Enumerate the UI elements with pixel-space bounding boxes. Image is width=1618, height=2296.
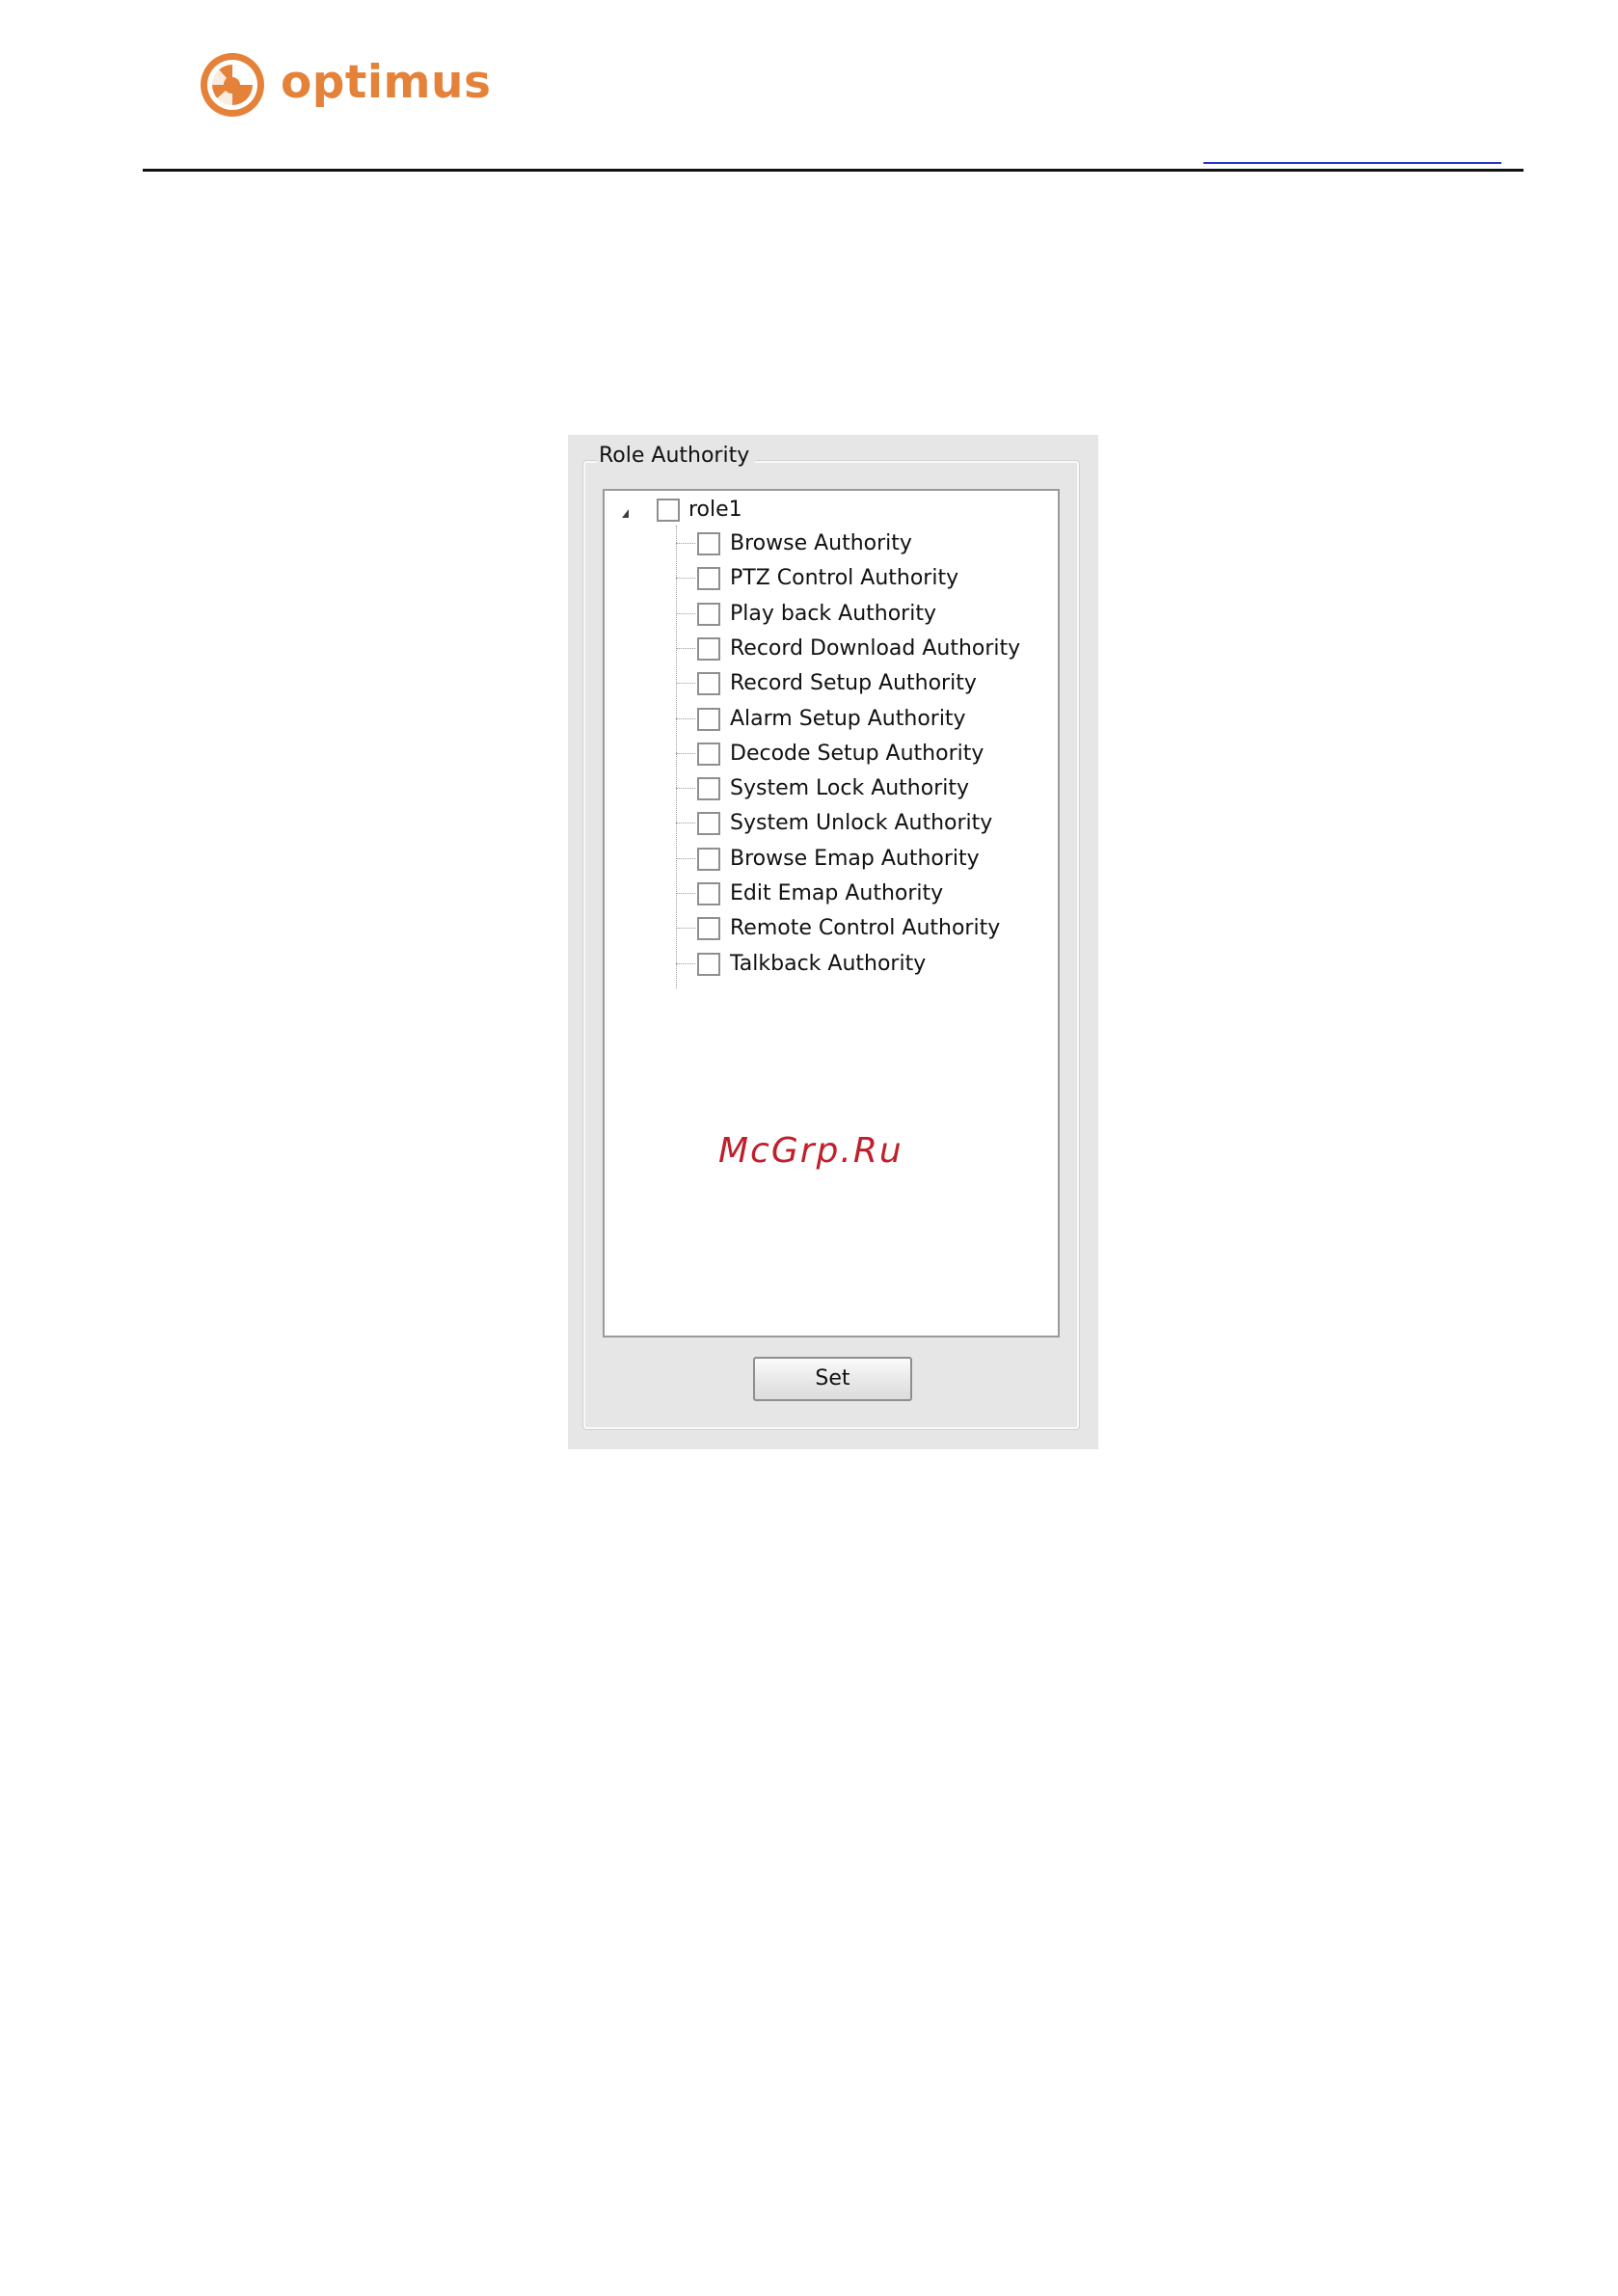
tree-branch-line xyxy=(676,788,695,790)
authority-checkbox[interactable] xyxy=(697,777,720,801)
authority-checkbox[interactable] xyxy=(697,847,720,871)
tree-branch-line xyxy=(676,752,695,754)
tree-item[interactable]: System Lock Authority xyxy=(676,774,1052,803)
authority-label[interactable]: Browse Emap Authority xyxy=(730,845,980,874)
authority-label[interactable]: Decode Setup Authority xyxy=(730,740,984,769)
set-button[interactable]: Set xyxy=(753,1357,912,1401)
authority-checkbox[interactable] xyxy=(697,812,720,836)
authority-checkbox[interactable] xyxy=(697,707,720,731)
role1-checkbox[interactable] xyxy=(657,499,680,522)
brand-logo: optimus xyxy=(198,48,491,122)
authority-label[interactable]: Browse Authority xyxy=(730,529,912,558)
tree-item[interactable]: Browse Authority xyxy=(676,529,1052,558)
tree-branch-line xyxy=(676,857,695,859)
authority-label[interactable]: Play back Authority xyxy=(730,600,936,629)
authority-label[interactable]: Record Setup Authority xyxy=(730,669,977,698)
tree-item[interactable]: Record Download Authority xyxy=(676,635,1052,663)
header-link-underline[interactable] xyxy=(1203,162,1501,164)
authority-checkbox[interactable] xyxy=(697,952,720,976)
authority-checkbox[interactable] xyxy=(697,882,720,905)
tree-branch-line xyxy=(676,578,695,580)
tree-branch-line xyxy=(676,823,695,824)
tree-item[interactable]: Alarm Setup Authority xyxy=(676,705,1052,734)
authority-checkbox[interactable] xyxy=(697,672,720,696)
authority-checkbox[interactable] xyxy=(697,742,720,766)
tree-branch-line xyxy=(676,612,695,614)
tree-item[interactable]: Record Setup Authority xyxy=(676,669,1052,698)
tree-branch-line xyxy=(676,928,695,930)
authority-checkbox[interactable] xyxy=(697,636,720,661)
group-title: Role Authority xyxy=(597,444,756,469)
authority-checkbox[interactable] xyxy=(697,917,720,941)
authority-label[interactable]: Remote Control Authority xyxy=(730,914,1000,943)
watermark-text: McGrp.Ru xyxy=(718,1131,903,1171)
authority-checkbox[interactable] xyxy=(697,532,720,555)
tree-branch-line xyxy=(676,683,695,685)
authority-tree[interactable]: role1 McGrp.Ru Browse Authority PTZ Contr… xyxy=(603,489,1060,1337)
authority-label[interactable]: System Unlock Authority xyxy=(730,809,992,838)
tree-item[interactable]: Remote Control Authority xyxy=(676,914,1052,943)
tree-branch-line xyxy=(676,717,695,719)
tree-item[interactable]: PTZ Control Authority xyxy=(676,564,1052,593)
tree-item[interactable]: System Unlock Authority xyxy=(676,809,1052,838)
brand-name: optimus xyxy=(281,55,492,109)
authority-label[interactable]: Alarm Setup Authority xyxy=(730,705,966,734)
tree-item[interactable]: Browse Emap Authority xyxy=(676,845,1052,874)
authority-label[interactable]: Record Download Authority xyxy=(730,635,1020,663)
authority-label[interactable]: Edit Emap Authority xyxy=(730,879,943,908)
authority-checkbox[interactable] xyxy=(697,567,720,591)
tree-branch-line xyxy=(676,647,695,649)
authority-checkbox[interactable] xyxy=(697,602,720,626)
role-authority-dialog: Role Authority role1 McGrp.Ru Browse Aut… xyxy=(568,435,1098,1449)
tree-item[interactable]: Talkback Authority xyxy=(676,950,1052,979)
expand-triangle-icon[interactable] xyxy=(622,509,629,518)
tree-branch-line xyxy=(676,893,695,894)
tree-item[interactable]: Play back Authority xyxy=(676,600,1052,629)
optimus-logo-icon xyxy=(201,53,264,117)
tree-item[interactable]: Edit Emap Authority xyxy=(676,879,1052,908)
tree-branch-line xyxy=(676,962,695,964)
tree-item[interactable]: Decode Setup Authority xyxy=(676,740,1052,769)
authority-label[interactable]: PTZ Control Authority xyxy=(730,564,958,593)
authority-label[interactable]: System Lock Authority xyxy=(730,774,969,803)
tree-root-label[interactable]: role1 xyxy=(688,497,742,524)
header-divider xyxy=(143,169,1524,172)
tree-branch-line xyxy=(676,543,695,544)
authority-label[interactable]: Talkback Authority xyxy=(730,950,926,979)
